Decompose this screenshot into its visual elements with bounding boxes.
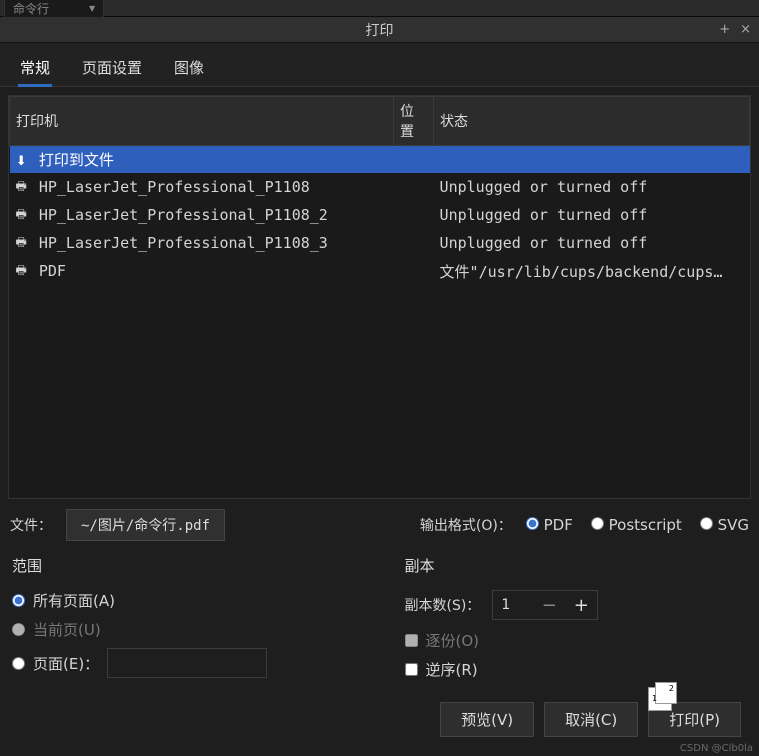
table-row[interactable]: 🖶 PDF 文件"/usr/lib/cups/backend/cups… <box>10 257 750 285</box>
table-row[interactable]: ⬇ 打印到文件 <box>10 146 750 174</box>
tab-bar: 常规 页面设置 图像 <box>0 43 759 87</box>
printer-status: 文件"/usr/lib/cups/backend/cups… <box>434 257 750 285</box>
radio-pages[interactable] <box>12 657 25 670</box>
col-location[interactable]: 位置 <box>394 97 434 146</box>
printer-location <box>394 229 434 257</box>
reverse-label: 逆序(R) <box>426 659 478 680</box>
range-section: 范围 所有页面(A) 当前页(U) 页面(E)： <box>12 555 345 688</box>
printer-status: Unplugged or turned off <box>434 229 750 257</box>
collate-label: 逐份(O) <box>426 630 480 651</box>
printer-icon: 🖶 <box>16 235 27 249</box>
printer-location <box>394 201 434 229</box>
col-printer[interactable]: 打印机 <box>10 97 394 146</box>
copies-input[interactable] <box>493 593 533 617</box>
printer-name: PDF <box>33 257 394 285</box>
window-title: 打印 <box>366 20 394 40</box>
print-button[interactable]: 打印(P) <box>648 702 741 737</box>
minimize-button[interactable]: + <box>719 22 730 37</box>
printer-icon: 🖶 <box>16 207 27 221</box>
radio-svg[interactable]: SVG <box>700 516 749 534</box>
tab-page-setup[interactable]: 页面设置 <box>80 51 144 86</box>
printer-status: Unplugged or turned off <box>434 201 750 229</box>
file-label: 文件： <box>10 515 52 535</box>
watermark: CSDN @Clb0la <box>680 743 753 754</box>
printer-name: HP_LaserJet_Professional_P1108_3 <box>33 229 394 257</box>
printer-name: 打印到文件 <box>33 146 394 174</box>
current-page-label: 当前页(U) <box>33 619 101 640</box>
copies-increment[interactable]: + <box>565 591 597 619</box>
table-row[interactable]: 🖶 HP_LaserJet_Professional_P1108 Unplugg… <box>10 173 750 201</box>
printer-name: HP_LaserJet_Professional_P1108_2 <box>33 201 394 229</box>
output-format-label: 输出格式(O)： <box>420 515 512 535</box>
printer-location <box>394 146 434 174</box>
printer-icon: 🖶 <box>16 179 27 193</box>
copies-section: 副本 副本数(S)： − + 逐份(O) 逆序(R) 2 <box>405 555 738 688</box>
collate-preview-icon: 2 <box>655 682 677 704</box>
topbar-dropdown[interactable]: 命令行 ▼ <box>4 0 104 19</box>
topbar-dropdown-label: 命令行 <box>13 0 49 17</box>
radio-pdf[interactable]: PDF <box>526 516 573 534</box>
dialog-buttons: 预览(V) 取消(C) 打印(P) <box>8 688 751 743</box>
col-status[interactable]: 状态 <box>434 97 750 146</box>
cancel-button[interactable]: 取消(C) <box>544 702 638 737</box>
download-icon: ⬇ <box>16 154 27 169</box>
copies-decrement[interactable]: − <box>533 591 565 619</box>
copies-count-label: 副本数(S)： <box>405 595 481 615</box>
printer-icon: 🖶 <box>16 263 27 277</box>
app-topbar: 命令行 ▼ <box>0 0 759 17</box>
preview-button[interactable]: 预览(V) <box>440 702 534 737</box>
file-path-button[interactable]: ~/图片/命令行.pdf <box>66 509 225 541</box>
pages-label: 页面(E)： <box>33 653 99 674</box>
printer-list: 打印机 位置 状态 ⬇ 打印到文件 🖶 HP_LaserJet_Professi… <box>8 95 751 499</box>
window-titlebar: 打印 + × <box>0 17 759 43</box>
tab-image[interactable]: 图像 <box>172 51 206 86</box>
checkbox-collate <box>405 634 418 647</box>
all-pages-label: 所有页面(A) <box>33 590 115 611</box>
table-row[interactable]: 🖶 HP_LaserJet_Professional_P1108_3 Unplu… <box>10 229 750 257</box>
table-row[interactable]: 🖶 HP_LaserJet_Professional_P1108_2 Unplu… <box>10 201 750 229</box>
checkbox-reverse[interactable] <box>405 663 418 676</box>
pages-input[interactable] <box>107 648 267 678</box>
printer-location <box>394 257 434 285</box>
close-button[interactable]: × <box>740 22 751 37</box>
chevron-down-icon: ▼ <box>89 4 95 13</box>
copies-spinner: − + <box>492 590 598 620</box>
printer-status: Unplugged or turned off <box>434 173 750 201</box>
radio-current-page <box>12 623 25 636</box>
tab-general[interactable]: 常规 <box>18 51 52 86</box>
printer-location <box>394 173 434 201</box>
printer-status <box>434 146 750 174</box>
radio-all-pages[interactable] <box>12 594 25 607</box>
radio-postscript[interactable]: Postscript <box>591 516 682 534</box>
printer-name: HP_LaserJet_Professional_P1108 <box>33 173 394 201</box>
range-title: 范围 <box>12 555 345 576</box>
copies-title: 副本 <box>405 555 738 576</box>
